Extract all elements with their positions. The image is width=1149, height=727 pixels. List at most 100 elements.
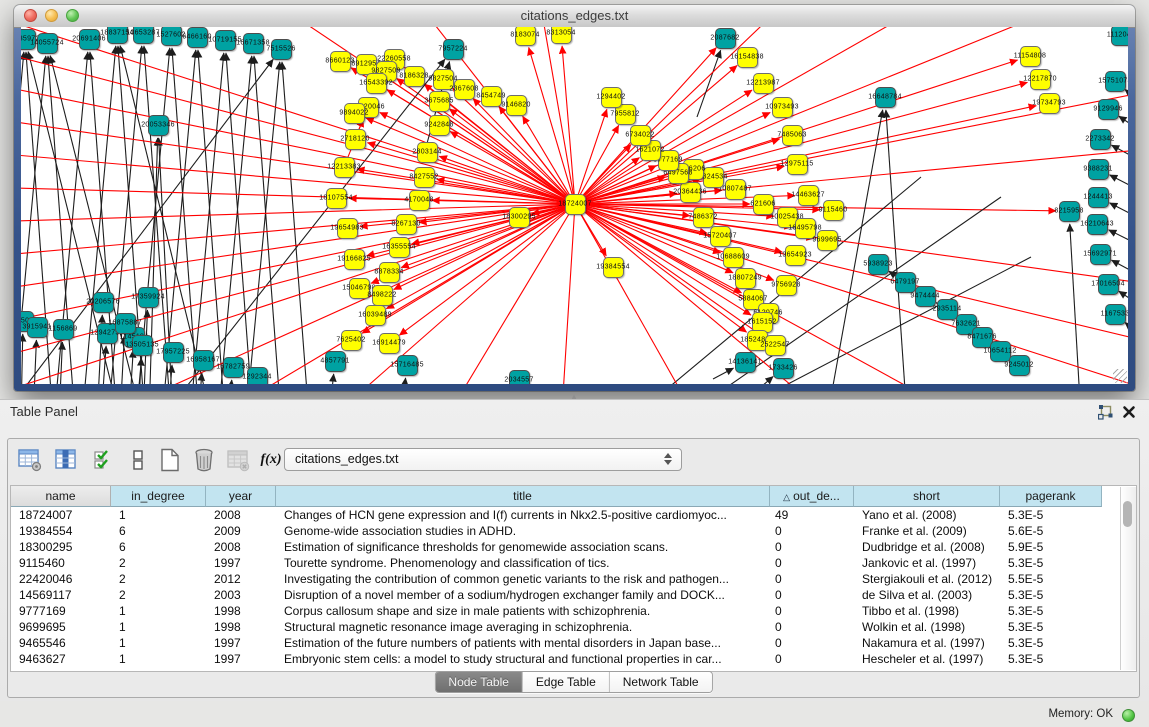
cell-pagerank[interactable]: 5.5E-5 [1000,571,1102,587]
graph-node[interactable]: 18837154 [107,27,128,44]
cell-year[interactable]: 1997 [206,651,276,667]
graph-node[interactable]: 15716485 [397,355,418,376]
cell-out-de-[interactable]: 0 [770,651,854,667]
table-row[interactable]: 1456911722003Disruption of a novel membe… [11,587,1136,603]
cell-name[interactable]: 14569117 [11,587,111,603]
graph-node[interactable]: 8660123 [330,51,351,72]
cell-name[interactable]: 9115460 [11,555,111,571]
graph-node[interactable]: 4170048 [409,190,430,211]
graph-node[interactable]: 3824534 [703,167,724,188]
graph-node[interactable]: 8498222 [372,285,393,306]
cell-pagerank[interactable]: 5.3E-5 [1000,651,1102,667]
graph-node[interactable]: 16355554 [389,237,410,258]
cell-in-degree[interactable]: 1 [111,507,206,523]
graph-node[interactable]: 14055724 [37,33,58,54]
graph-node[interactable]: 15720407 [710,226,731,247]
graph-node[interactable]: 1244413 [1088,187,1109,208]
graph-node[interactable]: 1112045 [1111,27,1129,46]
graph-node[interactable]: 8215958 [1059,201,1080,222]
cell-pagerank[interactable]: 5.3E-5 [1000,619,1102,635]
graph-node[interactable]: 8313054 [551,27,572,44]
cell-name[interactable]: 22420046 [11,571,111,587]
graph-node[interactable]: 16671358 [243,33,264,54]
function-icon[interactable]: f(x) [256,448,286,472]
table-settings-icon[interactable] [18,448,42,472]
cell-short[interactable]: Dudbridge et al. (2008) [854,539,1000,555]
cell-out-de-[interactable]: 0 [770,587,854,603]
table-scrollbar-thumb[interactable] [1123,501,1132,527]
cell-title[interactable]: Changes of HCN gene expression and I(f) … [276,507,770,523]
graph-node[interactable]: 8427552 [414,167,435,188]
cell-out-de-[interactable]: 0 [770,539,854,555]
graph-node[interactable]: 19166825 [344,249,365,270]
graph-node[interactable]: 13505135 [132,335,153,356]
graph-node[interactable]: 8267130 [396,214,417,235]
cell-short[interactable]: Hescheler et al. (1997) [854,651,1000,667]
table-scrollbar[interactable] [1120,487,1136,670]
graph-node[interactable]: 10807487 [725,179,746,200]
graph-node[interactable]: 12213987 [753,73,774,94]
cell-year[interactable]: 1998 [206,619,276,635]
cell-out-de-[interactable]: 0 [770,571,854,587]
graph-node[interactable]: 19654923 [785,245,806,266]
graph-node[interactable]: 8186328 [404,66,425,87]
graph-node[interactable]: 17016504 [1098,274,1119,295]
row-height-icon[interactable] [126,448,150,472]
delete-table-icon[interactable] [226,448,250,472]
cell-short[interactable]: Stergiakouli et al. (2012) [854,571,1000,587]
graph-node[interactable]: 9699695 [817,230,838,251]
graph-node[interactable]: 7957224 [443,39,464,60]
graph-node[interactable]: 12213383 [334,157,355,178]
cell-short[interactable]: Wolkin et al. (1998) [854,619,1000,635]
graph-node[interactable]: 4857791 [325,351,346,372]
tab-node-table[interactable]: Node Table [435,672,523,692]
new-file-icon[interactable] [158,448,182,472]
graph-node[interactable]: 2087682 [715,28,736,49]
cell-title[interactable]: Investigating the contribution of common… [276,571,770,587]
graph-node[interactable]: 2935114 [937,299,958,320]
table-selector-dropdown[interactable]: citations_edges.txt [284,448,682,471]
graph-node[interactable]: 2522547 [765,335,786,356]
column-header-short[interactable]: short [854,486,1000,507]
graph-node[interactable]: 9115460 [823,200,844,221]
cell-in-degree[interactable]: 2 [111,555,206,571]
graph-node[interactable]: 18807249 [735,268,756,289]
cell-year[interactable]: 2003 [206,587,276,603]
graph-node[interactable]: 1292344 [247,367,268,385]
graph-node[interactable]: 11154808 [1020,46,1041,67]
memory-ok-icon[interactable] [1122,709,1135,722]
network-canvas[interactable]: 1935972140557242069140618837154106532871… [21,27,1128,384]
cell-year[interactable]: 2008 [206,539,276,555]
cell-in-degree[interactable]: 1 [111,635,206,651]
graph-node[interactable]: 16914479 [379,333,400,354]
table-row[interactable]: 911546021997Tourette syndrome. Phenomeno… [11,555,1136,571]
graph-node[interactable]: 2367608 [454,79,475,100]
column-header-in-degree[interactable]: in_degree [111,486,206,507]
graph-node[interactable]: 6466160 [187,27,208,48]
graph-node[interactable]: 8183074 [515,27,536,46]
window-titlebar[interactable]: citations_edges.txt [14,5,1135,28]
graph-node[interactable]: 15692971 [1090,244,1111,265]
graph-node[interactable]: 10719155 [215,30,236,51]
graph-node[interactable]: 20206576 [93,292,114,313]
graph-node[interactable]: 20364436 [680,182,701,203]
cell-short[interactable]: de Silva et al. (2003) [854,587,1000,603]
graph-node[interactable]: 14136141 [735,352,756,373]
graph-node[interactable]: 9146820 [506,95,527,116]
resize-grip[interactable] [1113,369,1127,383]
graph-node[interactable]: 19654983 [337,218,358,239]
cell-out-de-[interactable]: 0 [770,555,854,571]
cell-pagerank[interactable]: 5.6E-5 [1000,523,1102,539]
cell-name[interactable]: 9699695 [11,619,111,635]
graph-node[interactable]: 15751074 [1105,71,1126,92]
cell-pagerank[interactable]: 5.3E-5 [1000,507,1102,523]
graph-node[interactable]: 2034557 [509,370,530,385]
cell-name[interactable]: 19384554 [11,523,111,539]
cell-out-de-[interactable]: 0 [770,523,854,539]
cell-name[interactable]: 9463627 [11,651,111,667]
tab-edge-table[interactable]: Edge Table [523,672,610,692]
graph-node[interactable]: 8454749 [481,86,502,107]
graph-node[interactable]: 18107554 [326,188,347,209]
cell-out-de-[interactable]: 49 [770,507,854,523]
cell-in-degree[interactable]: 1 [111,603,206,619]
